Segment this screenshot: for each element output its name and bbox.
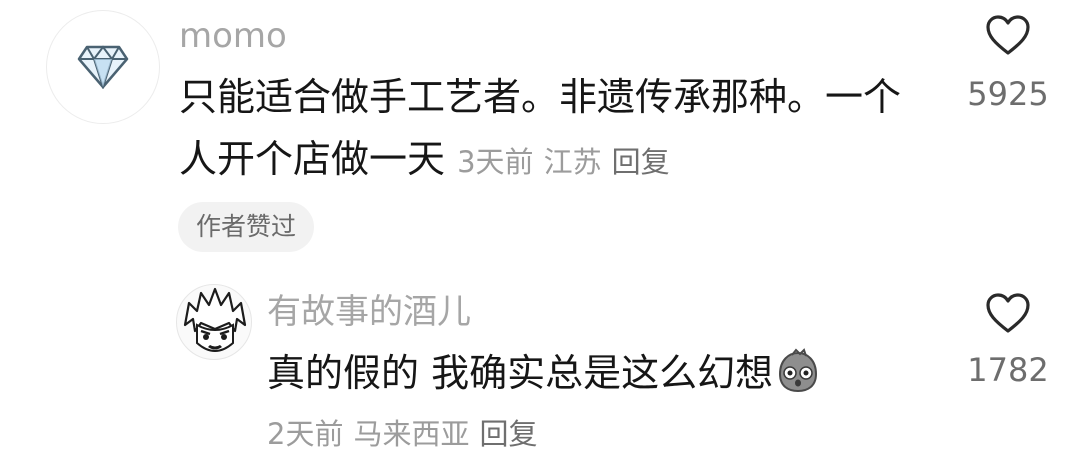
comment-meta: 3天前 江苏 回复 [457,145,679,179]
reply-location: 马来西亚 [353,417,470,451]
anime-avatar-icon [183,287,247,352]
reply-meta: 2天前 马来西亚 回复 [267,412,547,456]
avatar[interactable] [46,10,160,124]
reply-like-count: 1782 [967,351,1049,389]
comment-text: 只能适合做手工艺者。非遗传承那种。一个 人开个店做一天 3天前 江苏 回复 [179,66,901,193]
reply-username[interactable]: 有故事的酒儿 [267,292,471,332]
reply-button[interactable]: 回复 [612,145,670,179]
reply-reply-button[interactable]: 回复 [479,417,537,451]
shocked-face-emoji-icon [779,348,818,393]
like-control[interactable]: 5925 [948,14,1068,114]
reply-text-line: 真的假的 我确实总是这么幻想 [267,342,821,404]
reply-text: 真的假的 我确实总是这么幻想 [267,351,774,395]
comment-text-line-2-text: 人开个店做一天 [179,137,446,181]
heart-icon[interactable] [985,14,1031,56]
reply-like-control[interactable]: 1782 [948,292,1068,390]
heart-icon[interactable] [985,292,1031,334]
author-liked-badge: 作者赞过 [178,202,315,252]
like-count: 5925 [967,75,1049,113]
comment-text-line-1: 只能适合做手工艺者。非遗传承那种。一个 [179,75,902,119]
reply-avatar[interactable] [176,284,252,360]
diamond-icon [77,45,129,89]
reply-time: 2天前 [267,417,344,451]
comment-time: 3天前 [457,145,534,179]
comment-username[interactable]: momo [179,16,287,56]
comment-text-line-2: 人开个店做一天 3天前 江苏 回复 [179,128,901,193]
comment-location: 江苏 [543,145,602,179]
